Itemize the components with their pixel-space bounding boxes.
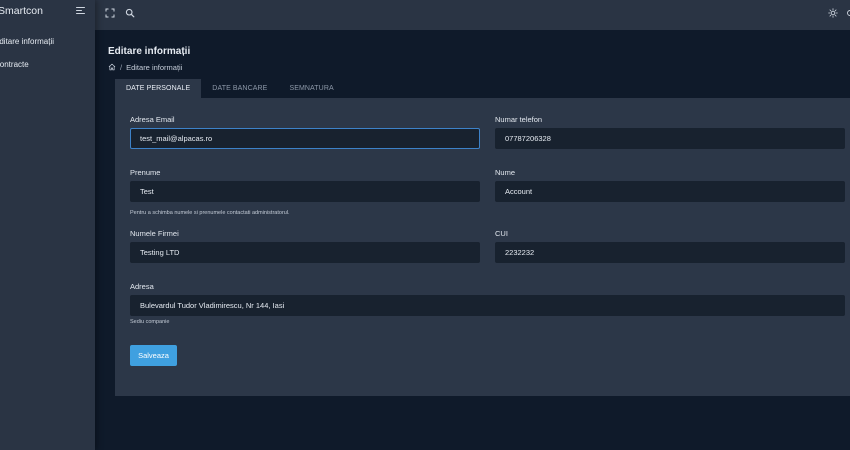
company-field[interactable]	[130, 242, 480, 263]
sidebar-item-editare-informatii[interactable]: Editare informații	[0, 37, 54, 46]
cui-field[interactable]	[495, 242, 845, 263]
last-name-label: Nume	[495, 168, 516, 177]
save-button[interactable]: Salveaza	[130, 345, 177, 366]
address-hint: Sediu companie	[130, 319, 170, 325]
email-field[interactable]	[130, 128, 480, 149]
company-label: Numele Firmei	[130, 229, 179, 238]
first-name-label: Prenume	[130, 168, 161, 177]
tab-date-bancare[interactable]: DATE BANCARE	[201, 79, 278, 98]
tab-bar: DATE PERSONALE DATE BANCARE SEMNATURA	[115, 79, 345, 98]
breadcrumb-current: Editare informații	[126, 62, 183, 72]
address-field[interactable]	[130, 295, 845, 316]
menu-toggle-icon[interactable]	[76, 7, 85, 15]
breadcrumb: / Editare informații	[108, 62, 182, 72]
tab-semnatura[interactable]: SEMNATURA	[278, 79, 344, 98]
sun-icon[interactable]	[828, 8, 838, 18]
first-name-field[interactable]	[130, 181, 480, 202]
brand: Smartcon	[0, 0, 95, 22]
address-label: Adresa	[130, 282, 154, 291]
breadcrumb-separator: /	[120, 62, 123, 72]
search-icon[interactable]	[125, 8, 135, 18]
phone-field[interactable]	[495, 128, 845, 149]
sidebar-item-contracte[interactable]: Contracte	[0, 60, 29, 69]
name-change-hint: Pentru a schimba numele si prenumele con…	[130, 210, 290, 216]
top-bar	[95, 0, 850, 30]
tab-date-personale[interactable]: DATE PERSONALE	[115, 79, 202, 98]
phone-label: Numar telefon	[495, 115, 543, 124]
email-label: Adresa Email	[130, 115, 175, 124]
home-icon[interactable]	[108, 63, 116, 71]
brand-name: Smartcon	[0, 5, 43, 17]
last-name-field[interactable]	[495, 181, 845, 202]
sidebar: Smartcon Editare informații Contracte	[0, 0, 95, 450]
page-title: Editare informații	[108, 46, 191, 57]
fullscreen-icon[interactable]	[105, 8, 115, 18]
cui-label: CUI	[495, 229, 508, 238]
